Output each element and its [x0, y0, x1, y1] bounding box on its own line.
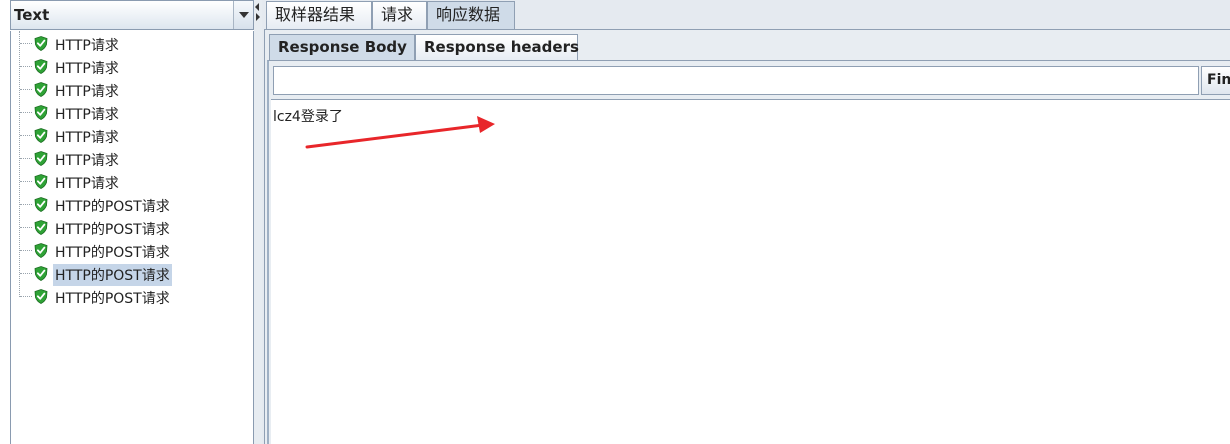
tree-connector-line [20, 135, 32, 136]
tree-item[interactable]: HTTP请求 [11, 55, 251, 77]
tab-response-headers[interactable]: Response headers [415, 34, 579, 61]
success-shield-icon [34, 174, 48, 189]
tree-item-label: HTTP的POST请求 [55, 291, 170, 307]
tree-connector-line [20, 227, 32, 228]
renderer-select[interactable]: Text [10, 0, 254, 30]
tree-connector-line [20, 89, 32, 90]
tree-item-label: HTTP的POST请求 [55, 222, 170, 238]
success-shield-icon [34, 36, 48, 51]
tree-item[interactable]: HTTP的POST请求 [11, 239, 251, 261]
tree-item[interactable]: HTTP请求 [11, 101, 251, 123]
tab-request[interactable]: 请求 [372, 1, 427, 29]
response-body-text-area[interactable]: lcz4登录了 [271, 99, 1230, 444]
tree-item-label: HTTP的POST请求 [55, 245, 170, 261]
tree-item-label: HTTP请求 [55, 61, 119, 77]
result-detail-panel: 取样器结果 请求 响应数据 Response Body Response hea… [262, 0, 1230, 444]
success-shield-icon [34, 151, 48, 166]
tree-item-label: HTTP请求 [55, 84, 119, 100]
tree-item[interactable]: HTTP的POST请求 [11, 262, 251, 286]
tree-connector-line [20, 296, 32, 297]
tree-connector-line [20, 273, 32, 274]
success-shield-icon [34, 128, 48, 143]
success-shield-icon [34, 82, 48, 97]
response-body-panel: Find lcz4登录了 [267, 60, 1230, 444]
tree-item[interactable]: HTTP请求 [11, 78, 251, 100]
tree-item[interactable]: HTTP的POST请求 [11, 193, 251, 215]
tree-item-label: HTTP的POST请求 [53, 264, 172, 286]
success-shield-icon [34, 220, 48, 235]
find-button[interactable]: Find [1201, 66, 1230, 95]
tree-item-label: HTTP请求 [55, 176, 119, 192]
tree-connector-line [20, 66, 32, 67]
success-shield-icon [34, 243, 48, 258]
dropdown-button[interactable] [233, 1, 253, 29]
success-shield-icon [34, 105, 48, 120]
chevron-down-icon [239, 12, 249, 18]
tab-sampler-result[interactable]: 取样器结果 [266, 1, 372, 29]
tab-response-data[interactable]: 响应数据 [427, 1, 515, 29]
tree-connector-line [20, 158, 32, 159]
search-input[interactable] [273, 66, 1199, 95]
success-shield-icon [34, 197, 48, 212]
tree-item[interactable]: HTTP请求 [11, 147, 251, 169]
tree-item-label: HTTP的POST请求 [55, 199, 170, 215]
tree-connector-line [20, 181, 32, 182]
tree-item[interactable]: HTTP的POST请求 [11, 216, 251, 238]
renderer-select-value: Text [14, 6, 50, 24]
tree-item-label: HTTP请求 [55, 38, 119, 54]
tree-item-label: HTTP请求 [55, 130, 119, 146]
tree-item-label: HTTP请求 [55, 153, 119, 169]
response-data-panel: Response Body Response headers Find lcz4… [264, 29, 1230, 444]
success-shield-icon [34, 289, 48, 304]
success-shield-icon [34, 266, 48, 281]
tree-connector-line [20, 250, 32, 251]
tree-item[interactable]: HTTP请求 [11, 32, 251, 54]
success-shield-icon [34, 59, 48, 74]
tree-item[interactable]: HTTP的POST请求 [11, 285, 251, 307]
collapse-right-icon[interactable] [256, 13, 260, 21]
results-tree: HTTP请求 HTTP请求 HTTP请求 HTTP请求 HTTP请求 HTTP请求 HTTP… [10, 31, 254, 444]
tree-item[interactable]: HTTP请求 [11, 170, 251, 192]
tree-item-label: HTTP请求 [55, 107, 119, 123]
split-pane-divider[interactable] [254, 0, 262, 444]
tree-connector-line [20, 112, 32, 113]
results-tree-panel: Text HTTP请求 HTTP请求 HTTP请求 HTTP请求 HTTP请求 HTTP请… [0, 0, 256, 444]
tab-response-body[interactable]: Response Body [269, 34, 415, 61]
collapse-left-icon[interactable] [255, 3, 259, 11]
tree-connector-line [20, 43, 32, 44]
tree-connector-line [20, 204, 32, 205]
tree-item[interactable]: HTTP请求 [11, 124, 251, 146]
annotation-arrow [305, 116, 495, 149]
